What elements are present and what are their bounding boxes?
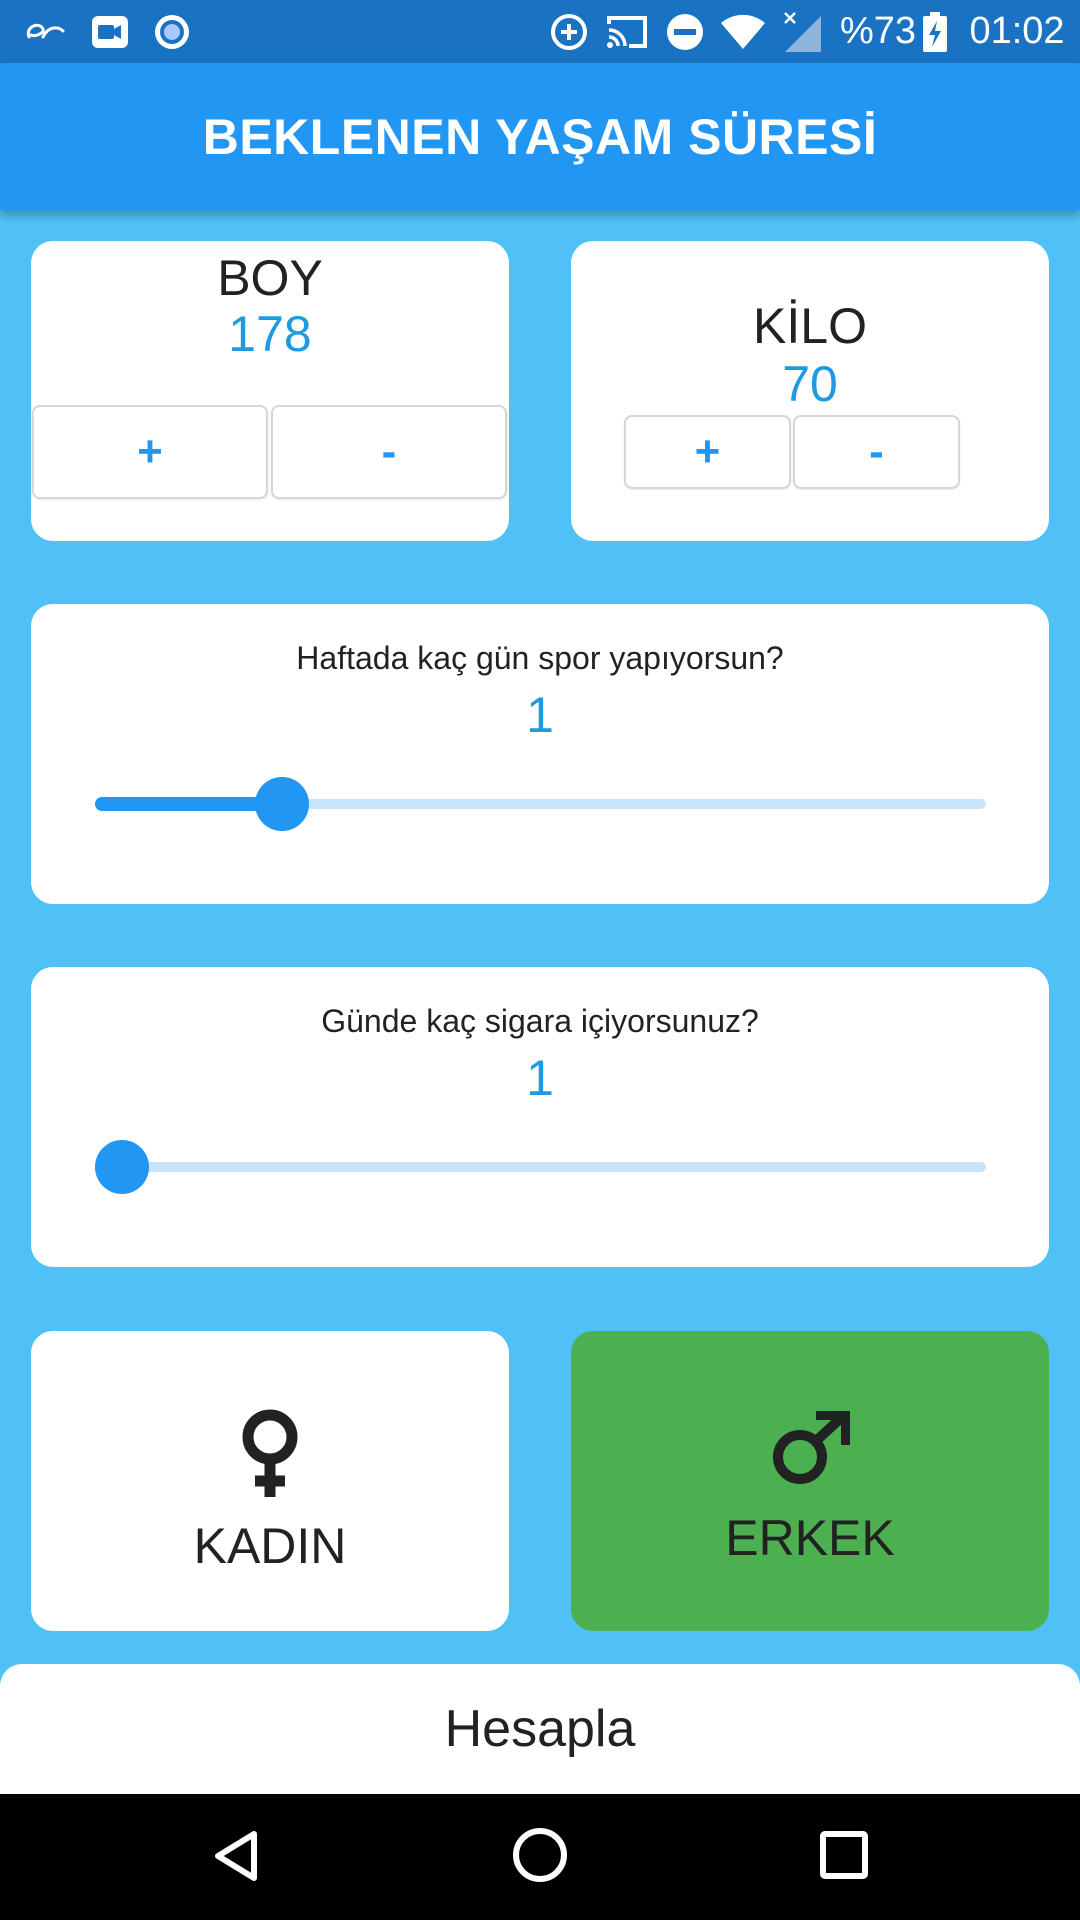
height-value: 178 — [228, 306, 312, 362]
smoke-slider-track[interactable] — [95, 1162, 986, 1172]
sport-value: 1 — [526, 687, 554, 743]
female-label: KADIN — [193, 1518, 347, 1574]
clock: 01:02 — [969, 10, 1065, 52]
sport-card: Haftada kaç gün spor yapıyorsun? 1 — [31, 604, 1049, 904]
browser-e-icon — [20, 0, 70, 63]
signal-icon — [778, 0, 826, 63]
record-icon — [152, 0, 192, 63]
height-card: BOY 178 + - — [31, 241, 509, 541]
weight-minus-button[interactable]: - — [793, 415, 960, 489]
battery-charging-icon — [918, 0, 952, 63]
sport-slider-fill — [95, 797, 283, 811]
female-symbol-icon — [31, 1407, 509, 1499]
home-circle-icon[interactable] — [511, 1826, 569, 1884]
app-bar: BEKLENEN YAŞAM SÜRESİ — [0, 63, 1080, 210]
video-camera-icon — [88, 0, 132, 63]
page-title: BEKLENEN YAŞAM SÜRESİ — [202, 108, 878, 165]
smoke-value: 1 — [526, 1050, 554, 1106]
weight-label: KİLO — [753, 298, 867, 354]
back-triangle-icon[interactable] — [210, 1828, 266, 1884]
male-label: ERKEK — [725, 1510, 895, 1566]
smoke-question: Günde kaç sigara içiyorsunuz? — [321, 1003, 759, 1039]
cast-icon — [604, 0, 650, 63]
weight-card: KİLO 70 + - — [571, 241, 1049, 541]
male-symbol-icon — [571, 1411, 1049, 1487]
recents-square-icon[interactable] — [818, 1829, 870, 1881]
height-label: BOY — [217, 250, 323, 306]
male-card[interactable]: ERKEK — [571, 1331, 1049, 1631]
data-saver-icon — [548, 0, 590, 63]
height-plus-button[interactable]: + — [32, 405, 268, 499]
battery-percent: %73 — [839, 10, 917, 52]
female-card[interactable]: KADIN — [31, 1331, 509, 1631]
status-bar: %73 01:02 — [0, 0, 1080, 63]
sport-question: Haftada kaç gün spor yapıyorsun? — [296, 640, 784, 676]
wifi-icon — [718, 0, 768, 63]
weight-plus-button[interactable]: + — [624, 415, 791, 489]
height-minus-button[interactable]: - — [271, 405, 507, 499]
smoke-card: Günde kaç sigara içiyorsunuz? 1 — [31, 967, 1049, 1267]
calculate-button[interactable]: Hesapla — [0, 1664, 1080, 1794]
weight-value: 70 — [782, 356, 838, 412]
sport-slider-thumb[interactable] — [255, 777, 310, 831]
smoke-slider-thumb[interactable] — [94, 1140, 149, 1194]
do-not-disturb-icon — [664, 0, 706, 63]
navigation-bar — [0, 1794, 1080, 1920]
